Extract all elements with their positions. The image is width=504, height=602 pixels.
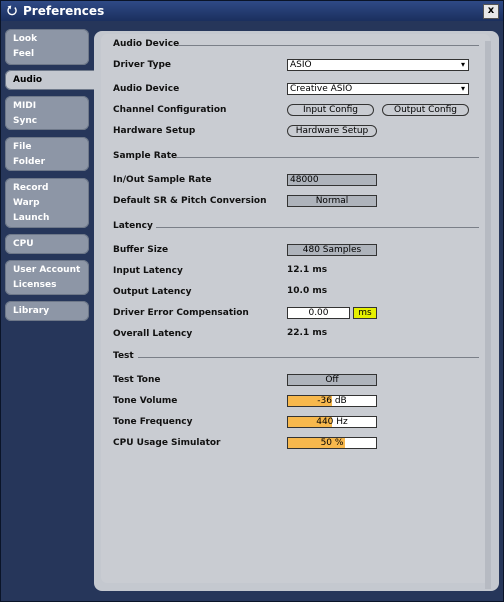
tab-cpu[interactable]: CPU bbox=[5, 234, 89, 254]
tab-label: Sync bbox=[13, 116, 38, 126]
window-title: Preferences bbox=[23, 4, 105, 18]
hardware-setup-label: Hardware Setup bbox=[113, 126, 196, 136]
output-latency-value: 10.0 ms bbox=[287, 286, 328, 296]
section-divider bbox=[138, 357, 479, 358]
test-tone-label: Test Tone bbox=[113, 375, 161, 385]
section-audio-device: Audio Device bbox=[113, 39, 180, 49]
driver-type-dropdown[interactable]: ASIO ▾ bbox=[287, 59, 469, 71]
tone-frequency-slider[interactable]: 440 Hz bbox=[287, 416, 377, 428]
section-test: Test bbox=[113, 351, 134, 361]
tab-look-feel[interactable]: Look Feel bbox=[5, 29, 89, 65]
tab-label: Launch bbox=[13, 213, 50, 223]
section-latency: Latency bbox=[113, 221, 153, 231]
tone-volume-label: Tone Volume bbox=[113, 396, 178, 406]
tab-label: Folder bbox=[13, 157, 46, 167]
in-out-sample-rate-field[interactable]: 48000 bbox=[287, 174, 377, 186]
audio-device-value: Creative ASIO bbox=[290, 84, 353, 94]
tab-label: CPU bbox=[13, 239, 34, 249]
output-config-button[interactable]: Output Config bbox=[382, 104, 469, 116]
buffer-size-label: Buffer Size bbox=[113, 245, 169, 255]
driver-type-label: Driver Type bbox=[113, 60, 172, 70]
tab-audio[interactable]: Audio bbox=[5, 70, 97, 90]
tab-label: Look bbox=[13, 34, 38, 44]
slider-value: 440 Hz bbox=[316, 417, 348, 427]
overall-latency-value: 22.1 ms bbox=[287, 328, 328, 338]
driver-error-label: Driver Error Compensation bbox=[113, 308, 249, 318]
default-sr-selector[interactable]: Normal bbox=[287, 195, 377, 207]
chevron-down-icon: ▾ bbox=[460, 60, 465, 69]
input-config-button[interactable]: Input Config bbox=[287, 104, 374, 116]
slider-value: 50 % bbox=[320, 438, 344, 448]
tab-label: MIDI bbox=[13, 101, 37, 111]
channel-config-label: Channel Configuration bbox=[113, 105, 227, 115]
default-sr-label: Default SR & Pitch Conversion bbox=[113, 196, 267, 206]
slider-value: -36 dB bbox=[317, 396, 347, 406]
tab-label: File bbox=[13, 142, 32, 152]
cpu-usage-sim-slider[interactable]: 50 % bbox=[287, 437, 377, 449]
tab-label: User Account bbox=[13, 265, 81, 275]
section-divider bbox=[176, 157, 479, 158]
tab-user-account-licenses[interactable]: User Account Licenses bbox=[5, 260, 89, 295]
section-sample-rate: Sample Rate bbox=[113, 151, 178, 161]
output-latency-label: Output Latency bbox=[113, 287, 192, 297]
tone-volume-slider[interactable]: -36 dB bbox=[287, 395, 377, 407]
section-divider bbox=[156, 227, 479, 228]
tab-label: Audio bbox=[13, 75, 43, 85]
in-out-sample-rate-label: In/Out Sample Rate bbox=[113, 175, 212, 185]
tab-midi-sync[interactable]: MIDI Sync bbox=[5, 96, 89, 130]
tab-label: Library bbox=[13, 306, 50, 316]
tab-library[interactable]: Library bbox=[5, 301, 89, 321]
section-divider bbox=[179, 45, 479, 46]
app-icon: ⭮ bbox=[6, 2, 18, 17]
tab-record-warp-launch[interactable]: Record Warp Launch bbox=[5, 178, 89, 228]
overall-latency-label: Overall Latency bbox=[113, 329, 193, 339]
tab-label: Licenses bbox=[13, 280, 57, 290]
driver-error-field[interactable]: 0.00 bbox=[287, 307, 350, 319]
driver-type-value: ASIO bbox=[290, 60, 312, 70]
hardware-setup-button[interactable]: Hardware Setup bbox=[287, 125, 377, 137]
driver-error-unit: ms bbox=[353, 307, 377, 319]
close-button[interactable]: x bbox=[483, 4, 499, 19]
input-latency-label: Input Latency bbox=[113, 266, 183, 276]
tone-frequency-label: Tone Frequency bbox=[113, 417, 193, 427]
tab-label: Record bbox=[13, 183, 49, 193]
chevron-down-icon: ▾ bbox=[460, 84, 465, 93]
audio-device-label: Audio Device bbox=[113, 84, 180, 94]
tab-file-folder[interactable]: File Folder bbox=[5, 137, 89, 171]
audio-device-dropdown[interactable]: Creative ASIO ▾ bbox=[287, 83, 469, 95]
cpu-usage-sim-label: CPU Usage Simulator bbox=[113, 438, 221, 448]
test-tone-toggle[interactable]: Off bbox=[287, 374, 377, 386]
buffer-size-field[interactable]: 480 Samples bbox=[287, 244, 377, 256]
input-latency-value: 12.1 ms bbox=[287, 265, 328, 275]
tab-label: Feel bbox=[13, 49, 35, 59]
panel-scrollbar[interactable] bbox=[485, 41, 491, 589]
title-bar[interactable]: ⭮ Preferences x bbox=[1, 1, 503, 21]
tab-label: Warp bbox=[13, 198, 40, 208]
preferences-window: ⭮ Preferences x Look Feel Audio MIDI Syn… bbox=[0, 0, 504, 602]
